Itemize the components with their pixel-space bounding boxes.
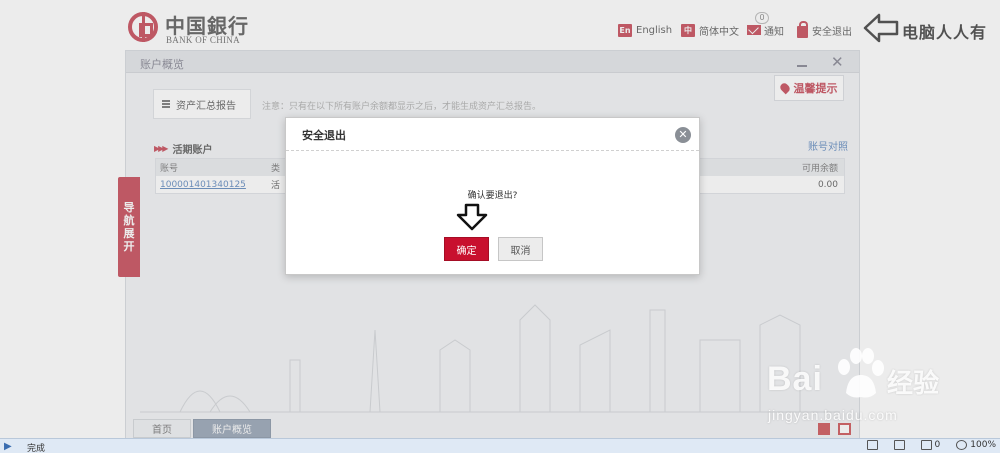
baidu-jingyan-text: 经验 [887, 369, 940, 399]
page-status-icon: ▶ [4, 441, 12, 452]
shield-icon[interactable] [920, 440, 932, 450]
security-icon[interactable] [893, 440, 905, 450]
arrow-down-icon [456, 203, 488, 231]
speaker-icon[interactable] [866, 440, 878, 450]
zone-count: 0 [934, 440, 941, 450]
dialog-divider [286, 150, 699, 151]
dialog-message: 确认要退出? [467, 191, 518, 201]
baidu-brand-text: Bai [767, 360, 823, 398]
baidu-watermark: Bai 经验 jingyan.baidu.com [762, 345, 982, 430]
dialog-title: 安全退出 [302, 129, 346, 142]
confirm-button[interactable]: 确定 [444, 237, 489, 261]
browser-status-bar: ▶ 完成 0 100% [0, 438, 1000, 453]
baidu-url-text: jingyan.baidu.com [768, 407, 898, 423]
status-text: 完成 [27, 444, 46, 453]
logout-confirm-dialog: 安全退出 ✕ 确认要退出? 确定 取消 [285, 117, 700, 275]
status-right-group: 0 100% [851, 440, 996, 450]
dialog-close-icon[interactable]: ✕ [675, 127, 691, 143]
cancel-button[interactable]: 取消 [498, 237, 543, 261]
zoom-icon[interactable] [956, 440, 968, 450]
paw-icon [838, 348, 884, 398]
zoom-level[interactable]: 100% [970, 440, 996, 450]
